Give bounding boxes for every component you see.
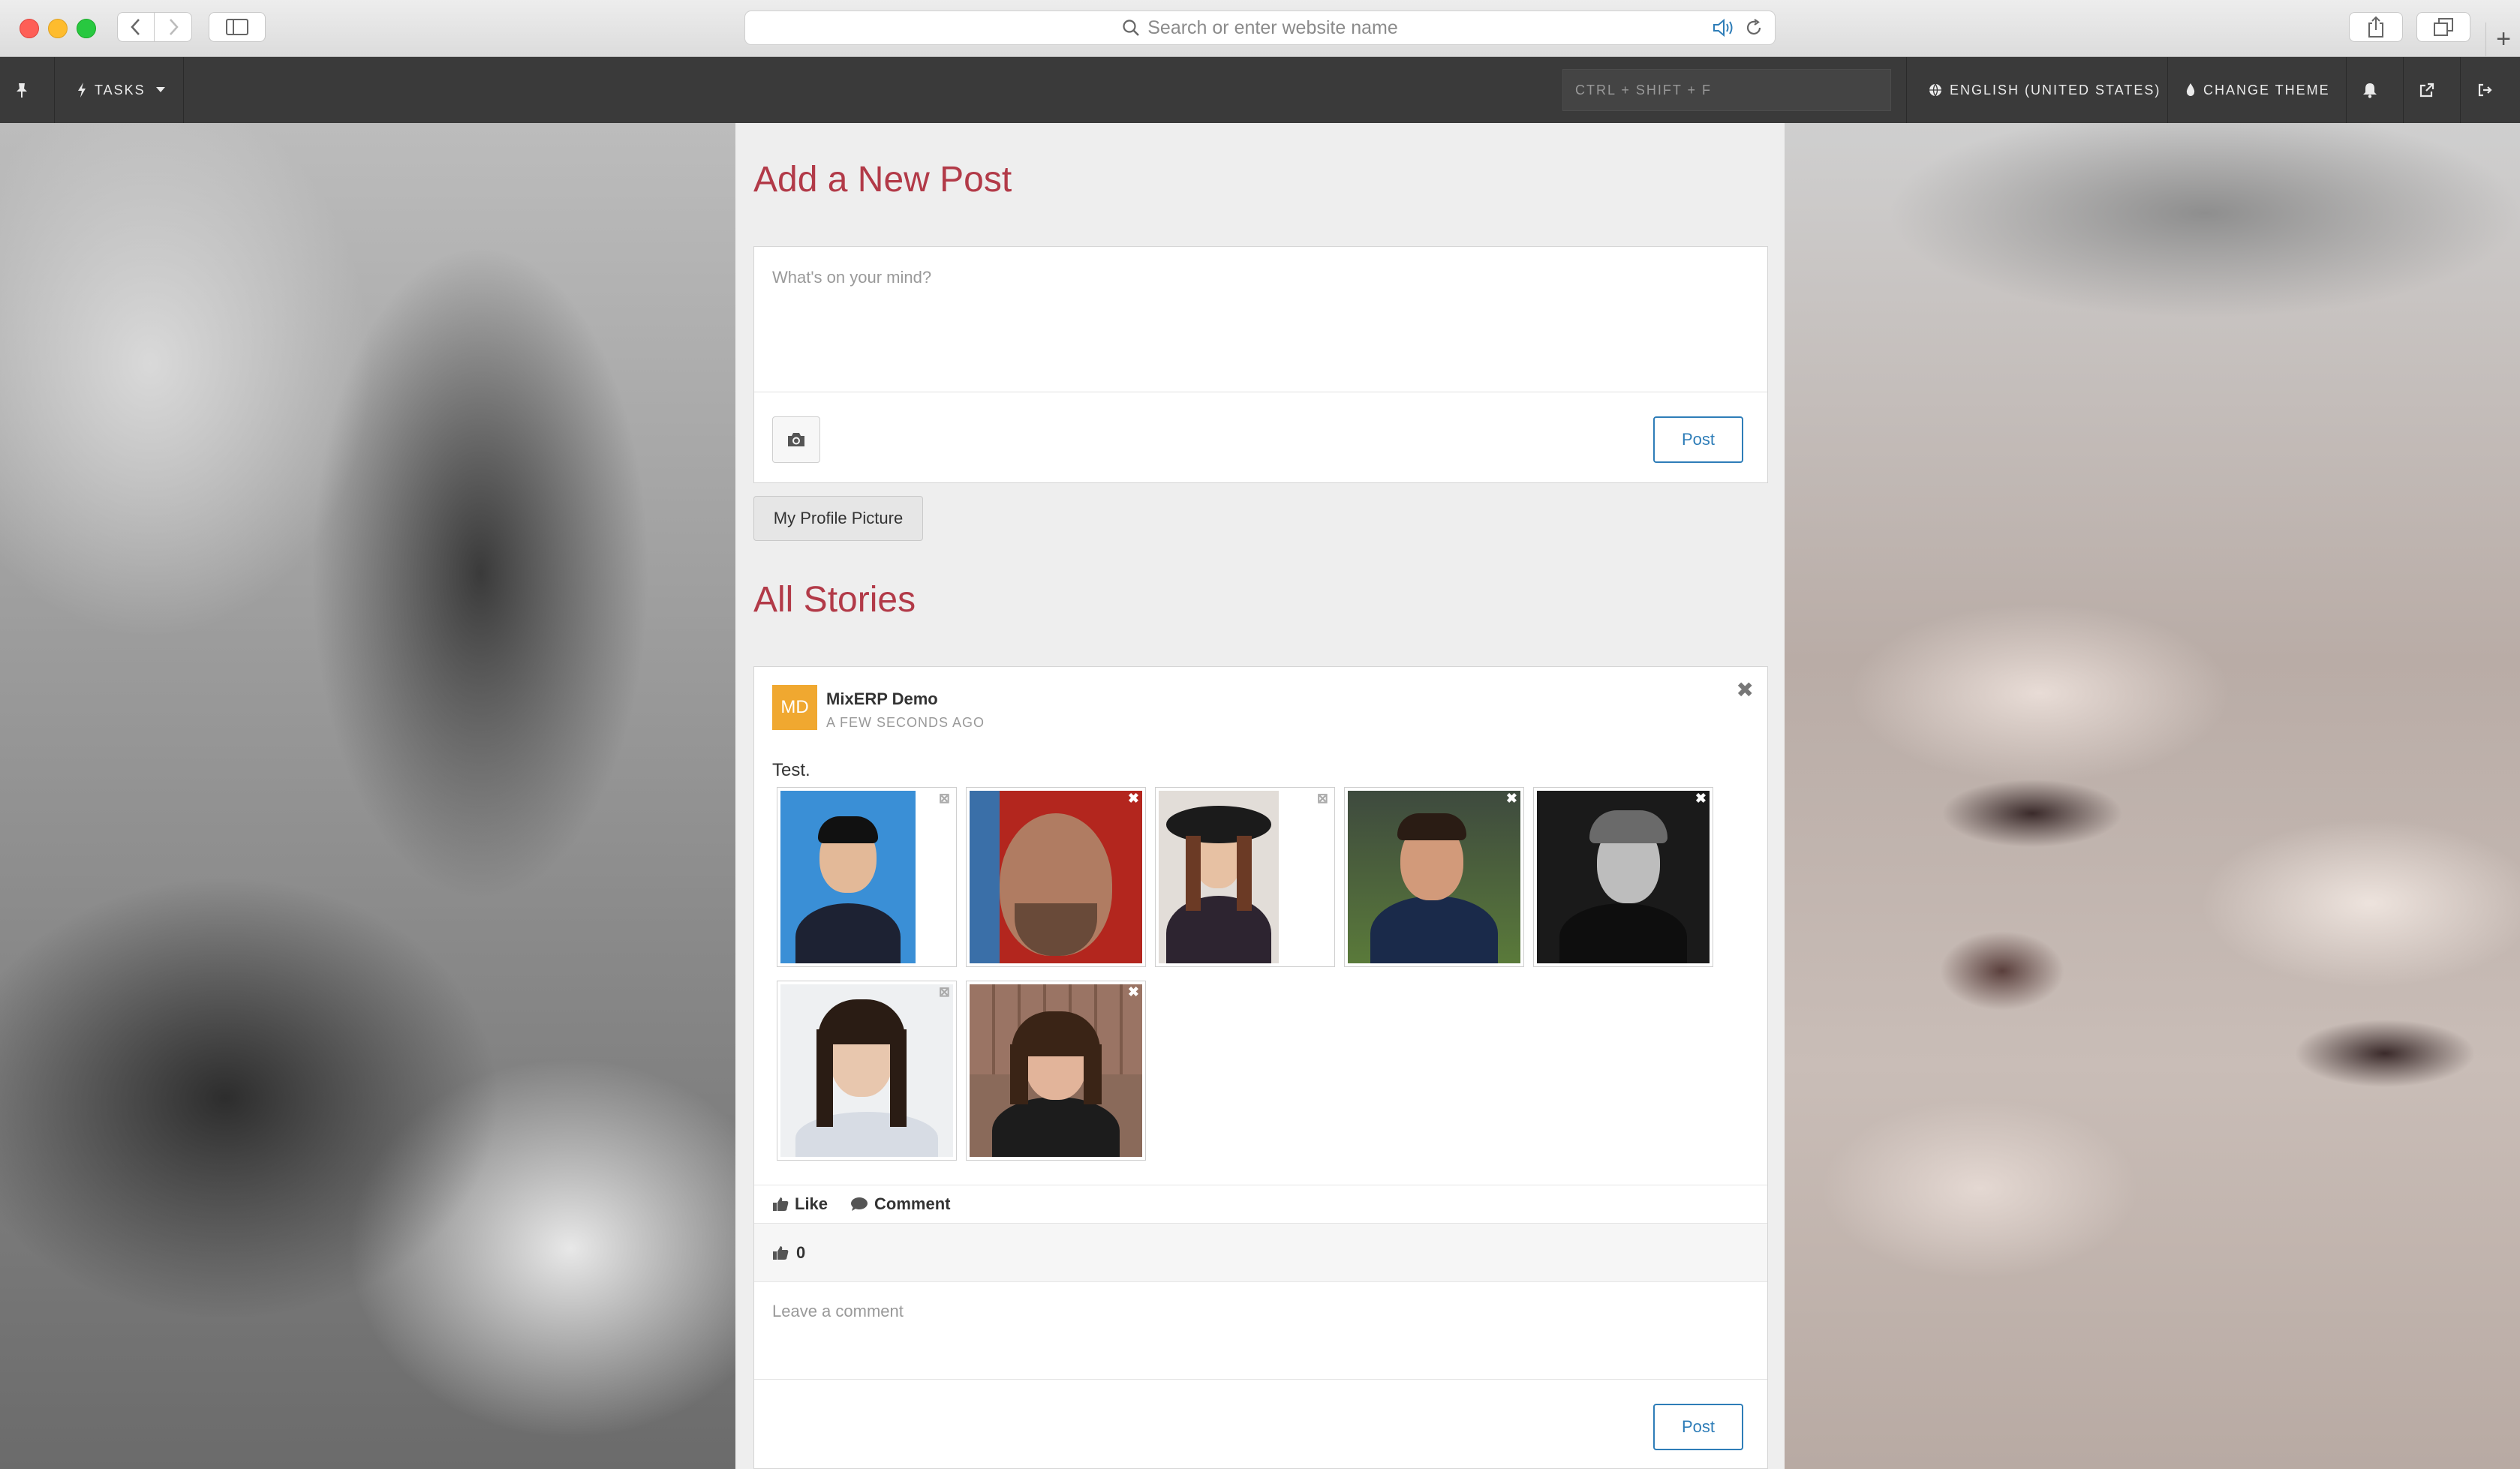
close-window-button[interactable] bbox=[20, 19, 39, 38]
remove-photo-icon[interactable]: ⊠ bbox=[939, 984, 950, 1000]
browser-toolbar: Search or enter website name + bbox=[0, 0, 2520, 57]
close-icon: ✖ bbox=[1736, 678, 1754, 701]
thumbs-up-icon bbox=[773, 1197, 789, 1211]
share-icon bbox=[2368, 16, 2383, 38]
delete-story-button[interactable]: ✖ bbox=[1737, 677, 1754, 702]
remove-photo-icon[interactable]: ✖ bbox=[1128, 984, 1139, 1000]
my-profile-picture-button[interactable]: My Profile Picture bbox=[753, 496, 923, 541]
avatar[interactable]: MD bbox=[772, 685, 817, 730]
forward-button[interactable] bbox=[155, 12, 192, 42]
drop-icon bbox=[2186, 83, 2195, 96]
all-stories-title: All Stories bbox=[753, 580, 916, 620]
address-placeholder: Search or enter website name bbox=[1147, 17, 1398, 38]
globe-icon bbox=[1929, 83, 1941, 97]
caret-down-icon bbox=[155, 87, 165, 92]
reload-icon[interactable] bbox=[1745, 18, 1763, 38]
tasks-menu[interactable]: TASKS bbox=[77, 57, 165, 123]
app-top-bar: TASKS CTRL + SHIFT + F ENGLISH (UNITED S… bbox=[0, 57, 2520, 123]
change-theme-label: CHANGE THEME bbox=[2203, 82, 2330, 98]
show-tabs-button[interactable] bbox=[2416, 12, 2470, 42]
chevron-right-icon bbox=[169, 19, 179, 35]
add-post-title: Add a New Post bbox=[753, 160, 1012, 200]
speaker-icon[interactable] bbox=[1712, 18, 1734, 38]
background-image-right bbox=[1785, 123, 2520, 1469]
story-card: MD MixERP Demo A FEW SECONDS AGO ✖ Test.… bbox=[753, 666, 1768, 1469]
post-comment-button[interactable]: Post bbox=[1653, 1404, 1743, 1450]
notifications-button[interactable] bbox=[2362, 57, 2377, 123]
my-profile-picture-label: My Profile Picture bbox=[773, 509, 904, 527]
like-button[interactable]: Like bbox=[772, 1194, 828, 1214]
post-textarea[interactable]: What's on your mind? bbox=[754, 247, 1767, 392]
search-shortcut-placeholder: CTRL + SHIFT + F bbox=[1575, 82, 1713, 98]
attach-photo-button[interactable] bbox=[772, 416, 820, 463]
story-photo[interactable]: ⊠ bbox=[777, 787, 957, 967]
comment-label: Comment bbox=[874, 1194, 951, 1213]
post-button[interactable]: Post bbox=[1653, 416, 1743, 463]
remove-photo-icon[interactable]: ⊠ bbox=[1317, 791, 1328, 807]
remove-photo-icon[interactable]: ⊠ bbox=[939, 791, 950, 807]
avatar-initials: MD bbox=[780, 697, 809, 717]
sidebar-toggle-button[interactable] bbox=[209, 12, 266, 42]
plus-icon: + bbox=[2496, 25, 2511, 53]
pin-icon bbox=[17, 83, 27, 98]
sidebar-icon bbox=[226, 19, 248, 35]
post-button-label: Post bbox=[1681, 430, 1716, 449]
like-count: 0 bbox=[796, 1242, 806, 1262]
open-external-button[interactable] bbox=[2419, 57, 2434, 123]
background-image-left bbox=[0, 123, 735, 1469]
post-comment-label: Post bbox=[1681, 1417, 1716, 1436]
story-photo[interactable]: ✖ bbox=[1533, 787, 1713, 967]
story-photo[interactable]: ✖ bbox=[966, 787, 1146, 967]
camera-icon bbox=[788, 433, 804, 446]
chevron-left-icon bbox=[131, 19, 140, 35]
like-label: Like bbox=[795, 1194, 828, 1213]
sign-out-button[interactable] bbox=[2478, 57, 2493, 123]
new-tab-button[interactable]: + bbox=[2485, 23, 2520, 56]
post-textarea-placeholder: What's on your mind? bbox=[772, 268, 932, 287]
language-label: ENGLISH (UNITED STATES) bbox=[1950, 82, 2161, 98]
back-button[interactable] bbox=[117, 12, 155, 42]
story-actions: Like Comment bbox=[754, 1185, 1767, 1224]
maximize-window-button[interactable] bbox=[77, 19, 96, 38]
remove-photo-icon[interactable]: ✖ bbox=[1695, 791, 1707, 807]
share-button[interactable] bbox=[2349, 12, 2403, 42]
post-composer: What's on your mind? Post bbox=[753, 246, 1768, 483]
thumbs-up-icon bbox=[773, 1245, 789, 1260]
change-theme-button[interactable]: CHANGE THEME bbox=[2185, 57, 2330, 123]
search-icon bbox=[1123, 20, 1140, 36]
main-content: Add a New Post What's on your mind? Post… bbox=[735, 123, 1785, 1469]
comment-icon bbox=[851, 1197, 868, 1211]
comment-placeholder: Leave a comment bbox=[772, 1302, 904, 1320]
pin-button[interactable] bbox=[15, 57, 29, 123]
remove-photo-icon[interactable]: ✖ bbox=[1128, 791, 1139, 807]
language-selector[interactable]: ENGLISH (UNITED STATES) bbox=[1929, 57, 2161, 123]
story-timestamp: A FEW SECONDS AGO bbox=[826, 715, 985, 730]
external-link-icon bbox=[2419, 83, 2434, 98]
story-photo[interactable]: ✖ bbox=[1344, 787, 1524, 967]
tasks-label: TASKS bbox=[95, 82, 146, 98]
story-author[interactable]: MixERP Demo bbox=[826, 689, 938, 709]
comment-button[interactable]: Comment bbox=[850, 1194, 950, 1214]
search-shortcut-input[interactable]: CTRL + SHIFT + F bbox=[1562, 69, 1891, 111]
sign-out-icon bbox=[2478, 83, 2492, 97]
story-photo[interactable]: ✖ bbox=[966, 981, 1146, 1161]
bolt-icon bbox=[78, 83, 86, 98]
comment-textarea[interactable]: Leave a comment bbox=[754, 1282, 1767, 1380]
story-photo[interactable]: ⊠ bbox=[777, 981, 957, 1161]
remove-photo-icon[interactable]: ✖ bbox=[1506, 791, 1517, 807]
minimize-window-button[interactable] bbox=[48, 19, 68, 38]
story-text: Test. bbox=[772, 760, 810, 780]
like-count-row: 0 bbox=[754, 1224, 1767, 1282]
tabs-icon bbox=[2434, 18, 2453, 36]
bell-icon bbox=[2363, 83, 2377, 98]
address-bar[interactable]: Search or enter website name bbox=[744, 11, 1776, 45]
story-photo[interactable]: ⊠ bbox=[1155, 787, 1335, 967]
